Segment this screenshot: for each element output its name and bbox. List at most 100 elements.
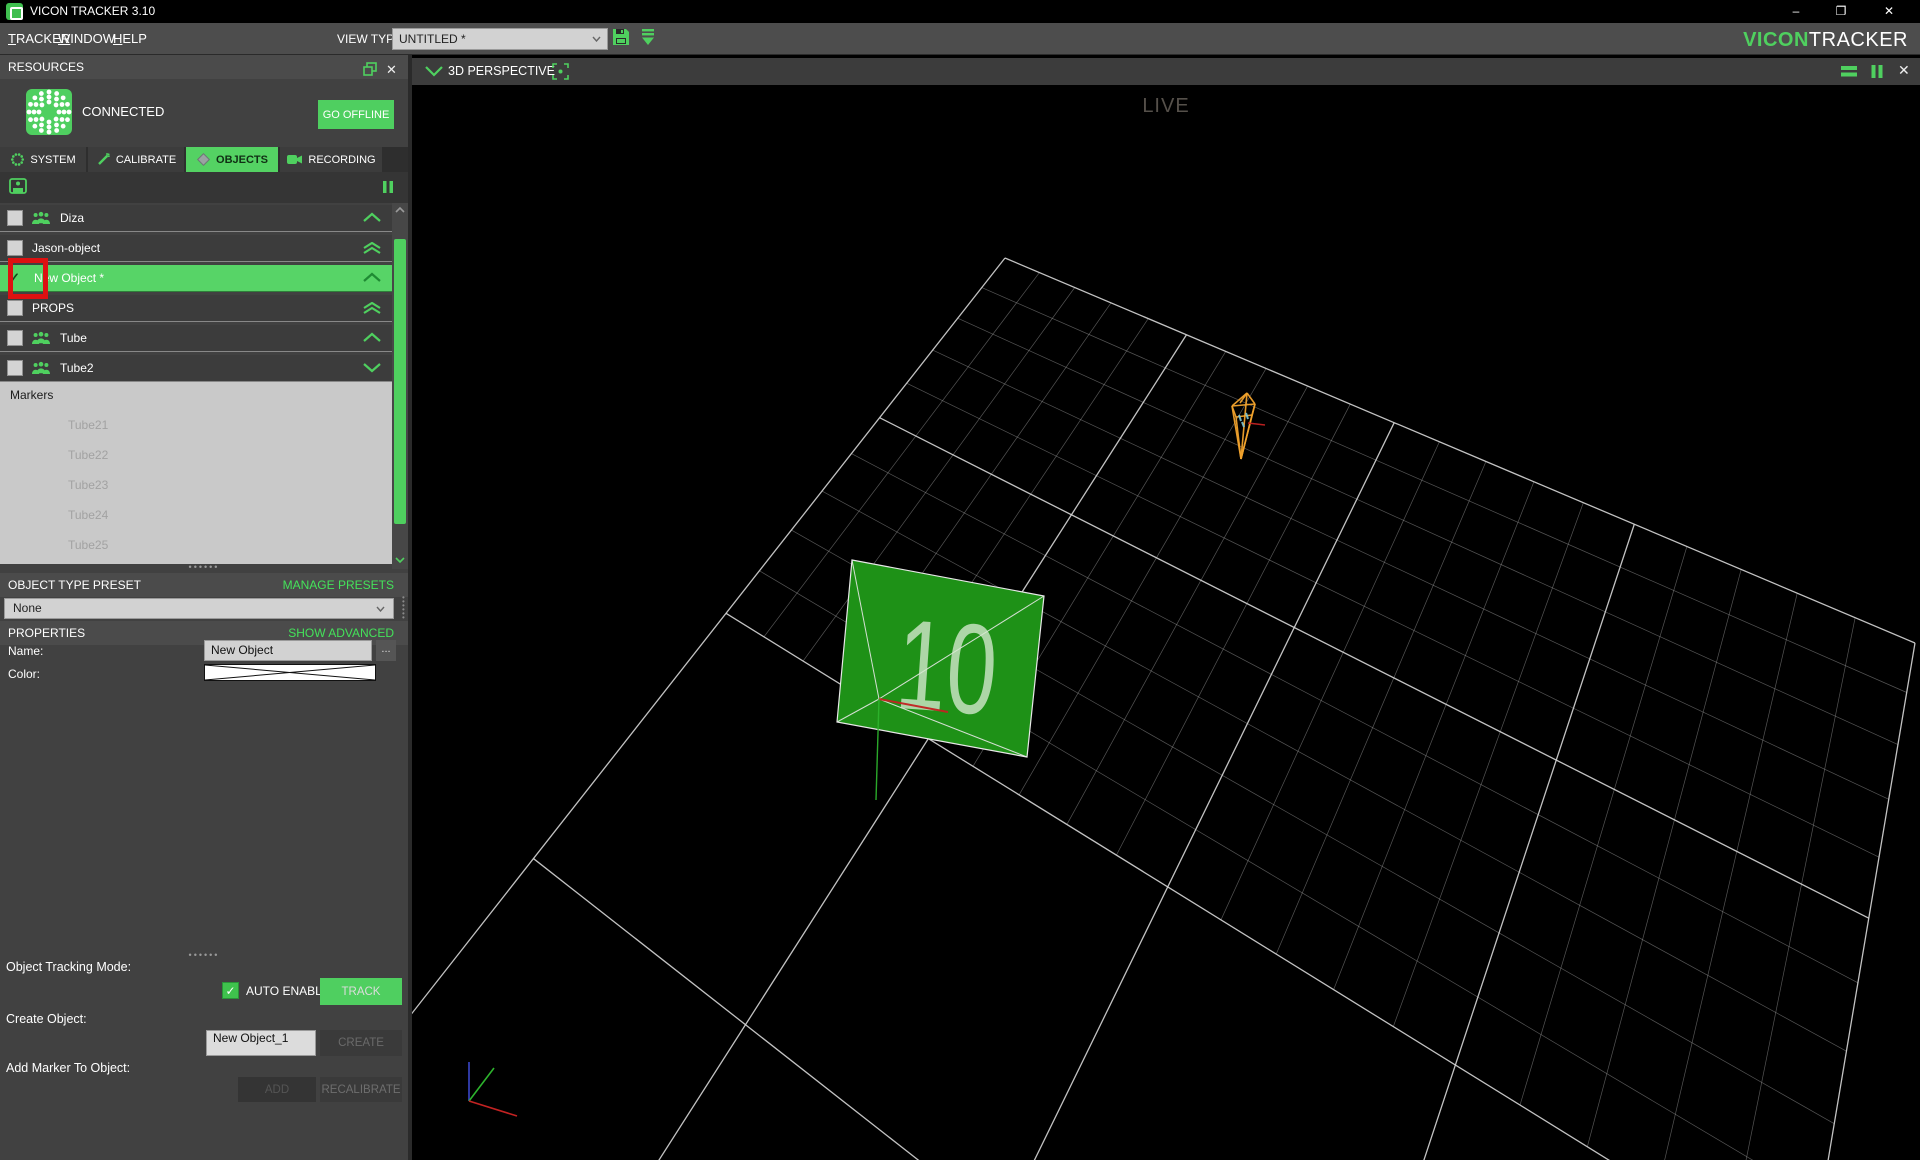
menubar: VIEW TYPE: UNTITLED * VICONTRACKER TRACK… — [0, 23, 1920, 55]
recording-icon — [286, 153, 303, 166]
object-row-tube[interactable]: Tube — [0, 325, 392, 352]
tab-bar: SYSTEM CALIBRATE OBJECTS RECORDING — [0, 147, 408, 172]
chevron-double-up-icon[interactable] — [362, 302, 382, 314]
pause-icon[interactable] — [382, 180, 394, 199]
marker-item-tube23[interactable]: Tube23 — [68, 478, 108, 492]
panel-splitter[interactable]: •••••• — [0, 952, 408, 960]
camera-number-label: 10 — [892, 593, 1002, 743]
add-button[interactable]: ADD — [238, 1077, 316, 1102]
auto-enable-checkbox[interactable]: ✓ — [222, 982, 239, 999]
manage-presets-link[interactable]: MANAGE PRESETS — [283, 573, 394, 597]
window-title: VICON TRACKER 3.10 — [30, 4, 155, 18]
track-button[interactable]: TRACK — [320, 978, 402, 1005]
scrollbar-thumb[interactable] — [394, 239, 406, 524]
load-object-icon[interactable] — [8, 177, 30, 202]
tab-label: RECORDING — [308, 154, 375, 166]
create-object-input[interactable]: New Object_1 — [206, 1030, 316, 1056]
object-checkbox[interactable] — [7, 300, 23, 316]
tab-system[interactable]: SYSTEM — [0, 147, 86, 172]
system-icon — [10, 152, 25, 167]
marker-item-tube24[interactable]: Tube24 — [68, 508, 108, 522]
preset-select[interactable]: None — [4, 598, 394, 619]
tab-calibrate[interactable]: CALIBRATE — [88, 147, 184, 172]
chevron-up-icon[interactable] — [362, 212, 382, 224]
chevron-down-icon[interactable] — [425, 65, 443, 77]
tab-recording[interactable]: RECORDING — [280, 147, 382, 172]
object-row-props[interactable]: PROPS — [0, 295, 392, 322]
focus-target-icon[interactable] — [552, 63, 569, 80]
view-type-value: UNTITLED * — [399, 32, 466, 46]
marker-item-tube22[interactable]: Tube22 — [68, 448, 108, 462]
view-preset-icon[interactable] — [640, 28, 656, 51]
object-name: Diza — [60, 211, 362, 225]
maximize-button[interactable]: ❐ — [1824, 0, 1858, 23]
object-checkbox[interactable] — [7, 360, 23, 376]
chevron-down-icon[interactable] — [362, 362, 382, 374]
pause-icon[interactable] — [1870, 64, 1884, 79]
create-object-label: Create Object: — [6, 1012, 87, 1026]
color-swatch[interactable] — [204, 664, 376, 681]
tab-label: CALIBRATE — [116, 154, 176, 166]
object-row-tube2[interactable]: Tube2 — [0, 355, 392, 382]
view-type-select[interactable]: UNTITLED * — [392, 28, 608, 50]
logo-secondary: TRACKER — [1809, 29, 1908, 51]
object-type-preset-header: OBJECT TYPE PRESET MANAGE PRESETS — [0, 573, 408, 597]
object-list-scrollbar[interactable] — [392, 203, 408, 569]
add-marker-label: Add Marker To Object: — [6, 1061, 130, 1075]
recalibrate-button[interactable]: RECALIBRATE — [320, 1077, 402, 1102]
chevron-up-icon[interactable] — [362, 272, 382, 284]
marker-item-tube25[interactable]: Tube25 — [68, 538, 108, 552]
group-icon — [31, 361, 51, 375]
go-offline-button[interactable]: GO OFFLINE — [318, 100, 394, 129]
viewport-body[interactable]: 10 LIVE — [412, 85, 1920, 1160]
panel-splitter[interactable]: •••••• — [0, 564, 408, 572]
name-label: Name: — [8, 644, 43, 658]
object-row-diza[interactable]: Diza — [0, 205, 392, 232]
menu-help[interactable]: HELP — [113, 31, 147, 46]
panel-resize-handle[interactable]: •••••• — [402, 596, 406, 622]
name-input[interactable]: New Object — [204, 640, 372, 661]
object-row-jason-object[interactable]: Jason-object — [0, 235, 392, 262]
object-checkbox[interactable] — [7, 240, 23, 256]
tab-objects[interactable]: OBJECTS — [186, 147, 278, 172]
resources-header: RESOURCES ✕ — [0, 55, 408, 79]
object-row-new-object[interactable]: ✓New Object * — [0, 265, 392, 292]
marker-item-tube21[interactable]: Tube21 — [68, 418, 108, 432]
chevron-up-icon[interactable] — [362, 332, 382, 344]
create-button[interactable]: CREATE — [320, 1030, 402, 1056]
tab-label: OBJECTS — [216, 154, 268, 166]
vicon-tracker-window: VICON TRACKER 3.10 – ❐ ✕ VIEW TYPE: UNTI… — [0, 0, 1920, 1160]
object-name: Tube — [60, 331, 362, 345]
object-name: PROPS — [32, 301, 362, 315]
object-type-preset-title: OBJECT TYPE PRESET — [8, 578, 141, 592]
empty-color-cross-icon — [205, 665, 375, 680]
minimize-button[interactable]: – — [1779, 0, 1813, 23]
object-checkbox[interactable] — [7, 210, 23, 226]
resources-title: RESOURCES — [8, 60, 84, 74]
markers-title: Markers — [10, 388, 53, 402]
chevron-double-up-icon[interactable] — [362, 242, 382, 254]
auto-enable-label: AUTO ENABLE — [246, 984, 330, 998]
live-status: LIVE — [412, 95, 1920, 118]
object-name: New Object * — [34, 271, 362, 285]
vicon-tracker-logo: VICONTRACKER — [1743, 29, 1908, 52]
logo-primary: VICON — [1743, 29, 1809, 51]
viewport-title: 3D PERSPECTIVE — [448, 64, 555, 78]
app-icon — [6, 3, 23, 20]
color-label: Color: — [8, 667, 40, 681]
resources-panel: RESOURCES ✕ CONNECTED GO OFFLINE SYSTEMC… — [0, 55, 408, 1160]
menu-window[interactable]: WINDOW — [58, 31, 115, 46]
scene-3d: 10 — [412, 85, 1920, 1160]
markers-panel: Markers Tube21 Tube22 Tube23 Tube24 Tube25 — [0, 382, 392, 564]
view-options-icon[interactable] — [1840, 64, 1858, 78]
close-button[interactable]: ✕ — [1872, 0, 1906, 23]
float-panel-icon[interactable] — [363, 60, 377, 84]
panel-close-icon[interactable]: ✕ — [386, 58, 397, 82]
save-view-icon[interactable] — [612, 28, 630, 51]
name-more-button[interactable]: ... — [376, 640, 396, 661]
viewport-close-icon[interactable]: ✕ — [1898, 62, 1910, 79]
group-icon — [31, 331, 51, 345]
object-checkbox[interactable] — [7, 330, 23, 346]
annotation-highlight-box — [8, 258, 48, 299]
scroll-up-icon[interactable] — [394, 205, 406, 215]
